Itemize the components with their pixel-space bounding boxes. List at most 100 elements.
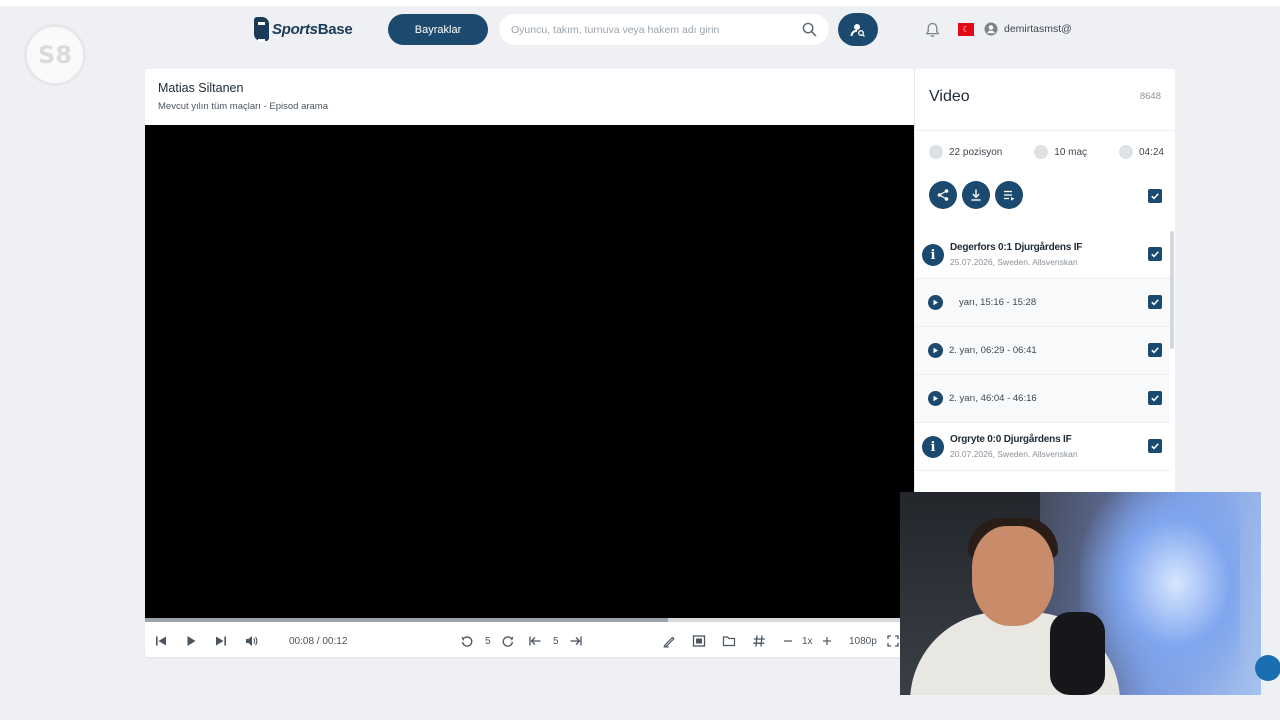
- clip-label: yarı, 15:16 - 15:28: [959, 297, 1037, 308]
- skip-back-icon: [156, 636, 166, 646]
- skip-seconds: 5: [553, 635, 559, 647]
- playlist-icon: [1004, 190, 1015, 201]
- sidebar-scrollbar[interactable]: [1170, 231, 1174, 349]
- check-icon: [1151, 347, 1159, 354]
- check-icon: [1151, 299, 1159, 306]
- speed-up-button[interactable]: [820, 633, 834, 649]
- item-checkbox[interactable]: [1148, 295, 1162, 309]
- download-button[interactable]: [962, 181, 990, 209]
- volume-button[interactable]: [244, 633, 258, 649]
- player-controls: 00:08 / 00:12 5 5 1x 1080p: [145, 625, 914, 657]
- search-icon[interactable]: [802, 22, 817, 37]
- check-icon: [1151, 443, 1159, 450]
- search-bar: [499, 14, 829, 45]
- list-item[interactable]: i Orgryte 0:0 Djurgårdens IF 20.07.2026,…: [915, 423, 1170, 471]
- player-title: Matias Siltanen: [158, 81, 244, 95]
- board-icon: [692, 635, 706, 647]
- rewind-icon: [461, 636, 473, 647]
- username: demirtasmst@: [1004, 23, 1072, 35]
- tactics-board-button[interactable]: [692, 633, 706, 649]
- folder-button[interactable]: [722, 633, 736, 649]
- download-icon: [971, 189, 981, 201]
- search-input[interactable]: [511, 23, 802, 36]
- fullscreen-icon: [887, 635, 899, 647]
- hash-icon: [753, 635, 765, 647]
- video-screen[interactable]: [145, 125, 914, 621]
- item-checkbox[interactable]: [1148, 247, 1162, 261]
- chat-button[interactable]: [1255, 655, 1280, 681]
- time-display: 00:08 / 00:12: [289, 635, 348, 647]
- player-subtitle: Mevcut yılın tüm maçları - Episod arama: [158, 101, 328, 112]
- video-player-card: Matias Siltanen Mevcut yılın tüm maçları…: [145, 69, 914, 657]
- divider: [915, 130, 1175, 131]
- logo-mark-icon: [254, 17, 269, 42]
- user-avatar-icon: [984, 22, 998, 36]
- clip-end-button[interactable]: [569, 633, 583, 649]
- clock-icon: [1118, 145, 1133, 159]
- play-button[interactable]: [184, 633, 198, 649]
- flags-button[interactable]: Bayraklar: [388, 14, 488, 45]
- item-checkbox[interactable]: [1148, 439, 1162, 453]
- language-flag-icon[interactable]: ☾: [958, 23, 974, 36]
- sidebar-title: Video: [929, 88, 970, 105]
- check-icon: [1151, 193, 1159, 200]
- account-menu[interactable]: demirtasmst@: [984, 22, 1072, 36]
- stats-row: 22 pozisyon 10 maç 04:24: [929, 145, 1164, 159]
- matches-stat: 10 maç: [1034, 145, 1087, 159]
- list-item[interactable]: 2. yarı, 06:29 - 06:41: [915, 327, 1170, 375]
- clip-list: i Degerfors 0:1 Djurgårdens IF 25.07.202…: [915, 231, 1170, 471]
- item-checkbox[interactable]: [1148, 391, 1162, 405]
- microphone: [1050, 612, 1105, 695]
- logo-text: SportsBase: [272, 20, 353, 38]
- progress-bar[interactable]: [145, 618, 914, 622]
- arrow-to-end-icon: [570, 636, 582, 646]
- speed-value: 1x: [802, 635, 813, 647]
- quality-selector[interactable]: 1080p: [849, 633, 877, 649]
- forward-icon: [502, 636, 514, 647]
- progress-fill: [145, 618, 668, 622]
- clip-label: 2. yarı, 06:29 - 06:41: [949, 345, 1037, 356]
- sportsbase-logo[interactable]: SportsBase: [254, 17, 353, 42]
- select-all-checkbox[interactable]: [1148, 189, 1162, 203]
- clip-start-button[interactable]: [528, 633, 542, 649]
- draw-button[interactable]: [662, 633, 676, 649]
- pen-icon: [663, 636, 675, 648]
- action-buttons: [929, 181, 1023, 209]
- play-icon: [187, 636, 196, 646]
- share-icon: [937, 189, 949, 201]
- user-search-icon: [850, 23, 865, 37]
- play-circle-icon[interactable]: [928, 343, 943, 358]
- match-title: Degerfors 0:1 Djurgårdens IF: [950, 242, 1083, 253]
- check-icon: [1151, 251, 1159, 258]
- match-subtitle: 20.07.2026, Sweden. Allsvenskan: [950, 449, 1078, 459]
- list-item[interactable]: i Degerfors 0:1 Djurgårdens IF 25.07.202…: [915, 231, 1170, 279]
- play-circle-icon[interactable]: [928, 295, 943, 310]
- share-button[interactable]: [929, 181, 957, 209]
- player-search-button[interactable]: [838, 13, 878, 46]
- previous-button[interactable]: [154, 633, 168, 649]
- sidebar-count: 8648: [1139, 91, 1161, 102]
- playlist-button[interactable]: [995, 181, 1023, 209]
- volume-icon: [246, 636, 258, 646]
- info-icon[interactable]: i: [922, 244, 944, 266]
- grid-button[interactable]: [752, 633, 766, 649]
- check-icon: [1151, 395, 1159, 402]
- info-icon[interactable]: i: [922, 436, 944, 458]
- minus-icon: [784, 640, 792, 642]
- next-button[interactable]: [214, 633, 228, 649]
- list-item[interactable]: 2. yarı, 46:04 - 46:16: [915, 375, 1170, 423]
- list-item[interactable]: yarı, 15:16 - 15:28: [915, 279, 1170, 327]
- play-circle-icon[interactable]: [928, 391, 943, 406]
- speed-down-button[interactable]: [781, 633, 795, 649]
- skip-forward-icon: [216, 636, 226, 646]
- plus-icon: [823, 637, 831, 645]
- match-subtitle: 25.07.2026, Sweden. Allsvenskan: [950, 257, 1078, 267]
- item-checkbox[interactable]: [1148, 343, 1162, 357]
- rewind-button[interactable]: [460, 633, 474, 649]
- fullscreen-button[interactable]: [886, 633, 900, 649]
- rewind-seconds: 5: [485, 635, 491, 647]
- play-circle-icon: [929, 145, 943, 159]
- bell-icon[interactable]: [925, 22, 940, 38]
- stadium-icon: [1034, 145, 1049, 159]
- forward-button[interactable]: [501, 633, 515, 649]
